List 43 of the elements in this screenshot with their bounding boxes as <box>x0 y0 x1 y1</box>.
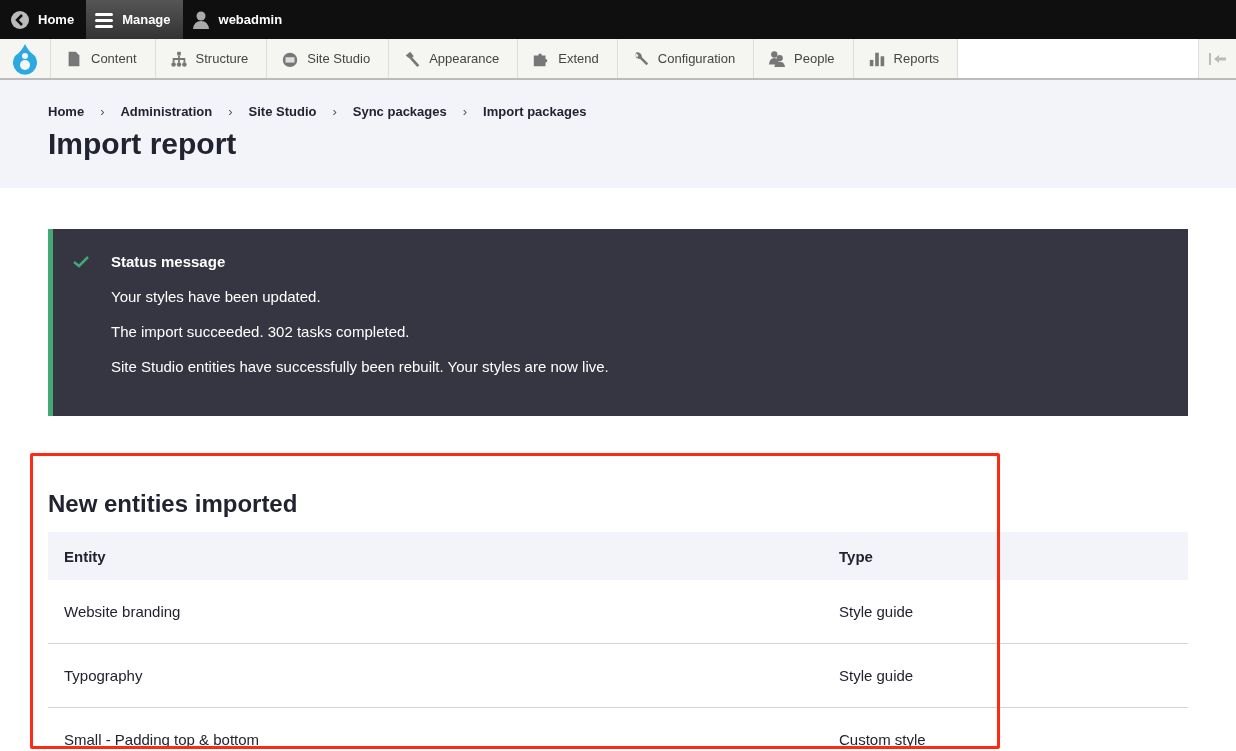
table-cell: Custom style <box>823 707 1188 751</box>
page-title: Import report <box>48 127 238 161</box>
toolbar-tab[interactable]: webadmin <box>190 0 295 39</box>
user-icon <box>190 9 211 30</box>
status-text: Site Studio entities have successfully been rebuilt. Your styles are now live. <box>111 358 610 375</box>
column-header: Type <box>823 532 1188 580</box>
breadcrumb-link[interactable]: Home <box>48 104 85 119</box>
back-icon <box>10 9 30 30</box>
admin-menu-item[interactable]: Configuration <box>617 39 755 78</box>
hierarchy-icon <box>169 49 188 68</box>
checkmark-icon <box>73 256 89 268</box>
toolbar-tab[interactable]: Home <box>10 0 87 39</box>
people-icon <box>768 49 787 68</box>
status-text: Your styles have been updated. <box>111 288 322 305</box>
breadcrumb-link[interactable]: Administration <box>120 104 213 119</box>
status-title: Status message <box>111 253 227 270</box>
brush-icon <box>403 49 422 68</box>
table-cell: Style guide <box>823 643 1188 708</box>
table-cell: Typography <box>48 643 823 708</box>
table-cell: Website branding <box>48 580 823 644</box>
table-cell: Small - Padding top & bottom <box>48 707 823 751</box>
admin-menu-item[interactable]: Site Studio <box>267 39 390 78</box>
admin-menu-item[interactable]: Content <box>51 39 156 78</box>
breadcrumb-separator: › <box>100 104 105 119</box>
column-header: Entity <box>48 532 823 580</box>
drop-logo-icon[interactable] <box>10 42 40 75</box>
breadcrumb-separator: › <box>332 104 337 119</box>
toolbar-tab[interactable]: Manage <box>86 0 183 39</box>
breadcrumb-separator: › <box>228 104 233 119</box>
admin-menu-item[interactable]: Appearance <box>389 39 519 78</box>
admin-menu-item[interactable]: Reports <box>853 39 959 78</box>
collapse-icon <box>1207 51 1228 66</box>
section-heading: New entities imported <box>48 490 299 518</box>
status-text: The import succeeded. 302 tasks completed. <box>111 323 411 340</box>
breadcrumb-link[interactable]: Import packages <box>483 104 587 119</box>
breadcrumb-link[interactable]: Site Studio <box>248 104 317 119</box>
breadcrumb-link[interactable]: Sync packages <box>352 104 447 119</box>
admin-menu-item[interactable]: People <box>754 39 854 78</box>
collapse-toolbar-button[interactable] <box>1198 39 1236 78</box>
admin-menu-item[interactable]: Structure <box>155 39 268 78</box>
table-cell: Style guide <box>823 580 1188 644</box>
admin-menu-item[interactable]: Extend <box>518 39 618 78</box>
breadcrumb-separator: › <box>462 104 468 119</box>
